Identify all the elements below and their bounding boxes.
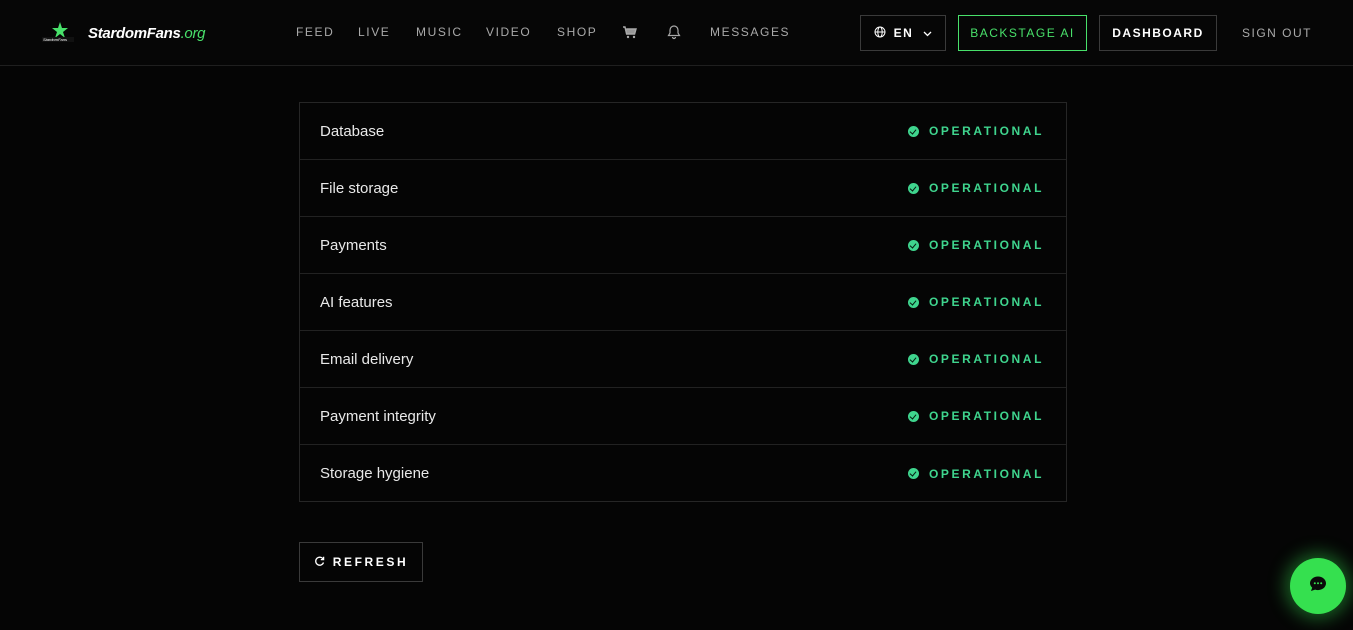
backstage-ai-button[interactable]: BACKSTAGE AI (958, 15, 1087, 51)
status-badge: OPERATIONAL (907, 181, 1044, 195)
nav-messages[interactable]: MESSAGES (710, 25, 790, 39)
nav-music[interactable]: MUSIC (416, 25, 463, 39)
brand-name-text: StardomFans (88, 24, 181, 42)
chat-bubble-icon (1308, 574, 1328, 599)
status-text: OPERATIONAL (928, 238, 1044, 252)
status-row-file-storage: File storage OPERATIONAL (300, 160, 1066, 217)
status-row-database: Database OPERATIONAL (300, 103, 1066, 160)
status-text: OPERATIONAL (928, 181, 1044, 195)
system-status-list: Database OPERATIONAL File storage OPERAT… (299, 102, 1067, 502)
top-navigation-bar: StardomFans StardomFans.org FEED LIVE MU… (0, 0, 1353, 66)
status-text: OPERATIONAL (928, 352, 1044, 366)
check-circle-icon (907, 353, 919, 365)
status-badge: OPERATIONAL (907, 409, 1044, 423)
check-circle-icon (907, 125, 919, 137)
service-name: Database (320, 122, 385, 140)
status-text: OPERATIONAL (928, 409, 1044, 423)
cart-icon[interactable] (622, 24, 638, 40)
brand-tld: .org (180, 24, 206, 42)
globe-icon (874, 26, 886, 41)
check-circle-icon (907, 182, 919, 194)
svg-text:StardomFans: StardomFans (43, 37, 67, 42)
status-row-payment-integrity: Payment integrity OPERATIONAL (300, 388, 1066, 445)
refresh-label: REFRESH (332, 555, 409, 569)
service-name: AI features (320, 293, 393, 311)
nav-shop[interactable]: SHOP (557, 25, 597, 39)
status-row-payments: Payments OPERATIONAL (300, 217, 1066, 274)
nav-video[interactable]: VIDEO (486, 25, 531, 39)
status-badge: OPERATIONAL (907, 124, 1044, 138)
status-badge: OPERATIONAL (907, 295, 1044, 309)
status-text: OPERATIONAL (928, 466, 1044, 481)
status-badge: OPERATIONAL (907, 238, 1044, 252)
chat-button[interactable] (1290, 558, 1346, 614)
status-row-email-delivery: Email delivery OPERATIONAL (300, 331, 1066, 388)
dashboard-button[interactable]: DASHBOARD (1099, 15, 1217, 51)
check-circle-icon (907, 296, 919, 308)
nav-live[interactable]: LIVE (358, 25, 390, 39)
service-name: File storage (320, 179, 399, 197)
check-circle-icon (907, 239, 919, 251)
star-logo-icon: StardomFans (40, 20, 76, 46)
sign-out-button[interactable]: SIGN OUT (1232, 15, 1322, 51)
check-circle-icon (907, 410, 919, 422)
service-name: Payments (320, 236, 387, 254)
status-row-storage-hygiene: Storage hygiene OPERATIONAL (300, 445, 1066, 502)
brand-name: StardomFans.org (88, 24, 206, 42)
status-badge: OPERATIONAL (907, 466, 1044, 481)
chevron-down-icon (923, 26, 932, 40)
service-name: Email delivery (320, 350, 414, 368)
check-circle-icon (907, 468, 919, 479)
status-text: OPERATIONAL (928, 295, 1044, 309)
language-label: EN (893, 26, 914, 40)
bell-icon[interactable] (666, 24, 682, 40)
brand-logo[interactable]: StardomFans StardomFans.org (40, 20, 206, 46)
service-name: Storage hygiene (320, 465, 430, 482)
refresh-button[interactable]: REFRESH (299, 542, 423, 582)
status-row-ai-features: AI features OPERATIONAL (300, 274, 1066, 331)
refresh-icon (314, 555, 325, 570)
service-name: Payment integrity (320, 407, 436, 425)
language-selector[interactable]: EN (860, 15, 946, 51)
status-text: OPERATIONAL (928, 124, 1044, 138)
status-badge: OPERATIONAL (907, 352, 1044, 366)
nav-feed[interactable]: FEED (296, 25, 334, 39)
